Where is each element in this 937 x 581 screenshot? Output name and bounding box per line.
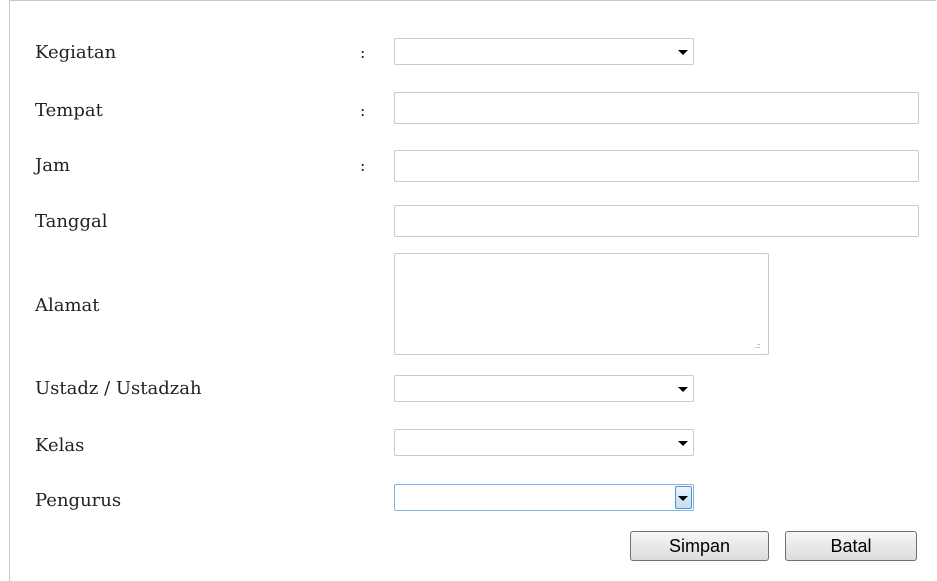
ustadz-select[interactable] [394,375,694,402]
pengurus-select[interactable] [394,484,694,511]
alamat-label: Alamat [35,295,100,316]
chevron-down-icon [678,496,688,501]
ustadz-label: Ustadz / Ustadzah [35,378,202,399]
tempat-input[interactable] [394,92,919,124]
jam-input[interactable] [394,150,919,182]
kelas-select[interactable] [394,429,694,456]
alamat-textarea[interactable]: .:: [394,253,769,355]
kelas-label: Kelas [35,435,85,456]
kegiatan-colon: : [360,43,366,62]
chevron-down-icon [678,387,688,392]
jam-label: Jam [35,155,71,176]
tempat-colon: : [360,101,366,120]
kegiatan-label: Kegiatan [35,42,117,63]
pengurus-label: Pengurus [35,490,122,511]
chevron-down-icon [678,441,688,446]
tanggal-input[interactable] [394,205,919,237]
chevron-down-icon [678,50,688,55]
tempat-label: Tempat [35,100,103,121]
resize-grip-icon[interactable]: .:: [755,341,761,350]
dropdown-button[interactable] [675,486,692,509]
kegiatan-select[interactable] [394,38,694,65]
tanggal-label: Tanggal [35,211,108,232]
simpan-button[interactable]: Simpan [630,531,769,561]
jam-colon: : [360,156,366,175]
batal-button[interactable]: Batal [785,531,917,561]
